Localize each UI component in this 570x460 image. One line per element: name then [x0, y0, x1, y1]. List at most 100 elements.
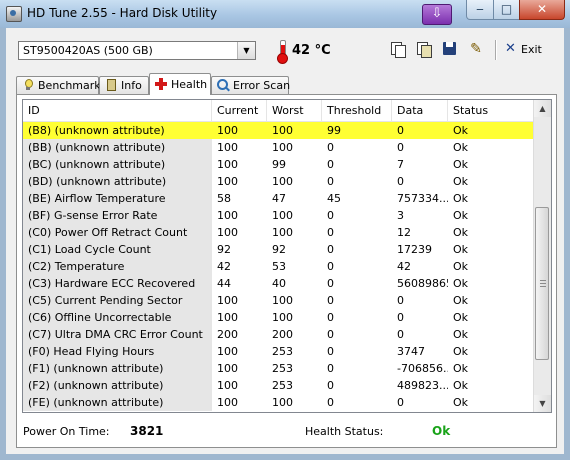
cell-threshold: 0 [327, 260, 334, 273]
scroll-up-icon[interactable]: ▲ [534, 100, 551, 117]
table-row[interactable]: (F0) Head Flying Hours 100 253 0 3747 Ok [23, 343, 535, 360]
cell-status: Ok [453, 209, 469, 222]
table-row[interactable]: (F1) (unknown attribute) 100 253 0 -706856..… [23, 360, 535, 377]
cell-threshold: 0 [327, 209, 334, 222]
cell-data: 3 [397, 209, 404, 222]
cell-status: Ok [453, 345, 469, 358]
cell-status: Ok [453, 396, 469, 409]
cell-threshold: 0 [327, 362, 334, 375]
paste-icon[interactable] [416, 41, 432, 58]
tab-benchmark[interactable]: Benchmark [16, 76, 101, 94]
scrollbar-thumb[interactable] [535, 207, 549, 360]
cell-worst: 99 [272, 158, 286, 171]
table-row[interactable]: (C6) Offline Uncorrectable 100 100 0 0 Ok [23, 309, 535, 326]
cell-worst: 47 [272, 192, 286, 205]
table-row[interactable]: (F2) (unknown attribute) 100 253 0 489823...… [23, 377, 535, 394]
table-row[interactable]: (C3) Hardware ECC Recovered 44 40 0 56089865… [23, 275, 535, 292]
vertical-scrollbar[interactable]: ▲ ▼ [533, 100, 551, 412]
close-button[interactable]: ✕ [519, 0, 565, 20]
table-row[interactable]: (C2) Temperature 42 53 0 42 Ok [23, 258, 535, 275]
exit-icon: ✕ [505, 41, 516, 56]
table-row[interactable]: (BD) (unknown attribute) 100 100 0 0 Ok [23, 173, 535, 190]
toolbar: ST9500420AS (500 GB) ▼ 42 °C ✎ ✕ Exit [6, 28, 564, 72]
smart-attribute-list[interactable]: ID Current Worst Threshold Data Status (… [22, 99, 552, 413]
health-status-label: Health Status: [305, 425, 384, 438]
cell-data: 17239 [397, 243, 432, 256]
tab-error-scan[interactable]: Error Scan [211, 76, 291, 94]
power-on-value: 3821 [130, 424, 164, 438]
table-row[interactable]: (BB) (unknown attribute) 100 100 0 0 Ok [23, 139, 535, 156]
cell-status: Ok [453, 362, 469, 375]
tab-info[interactable]: Info [99, 76, 149, 94]
table-row[interactable]: (BC) (unknown attribute) 100 99 0 7 Ok [23, 156, 535, 173]
cell-worst: 253 [272, 345, 293, 358]
cell-id: (C6) Offline Uncorrectable [23, 309, 212, 326]
cell-data: 0 [397, 294, 404, 307]
column-header-status[interactable]: Status [448, 100, 535, 121]
table-row[interactable]: (BF) G-sense Error Rate 100 100 0 3 Ok [23, 207, 535, 224]
title-bar[interactable]: HD Tune 2.55 - Hard Disk Utility ⇩ ‒ □ ✕ [0, 0, 570, 28]
options-icon[interactable]: ✎ [468, 41, 484, 57]
tab-label: Info [121, 79, 142, 92]
tab-health[interactable]: Health [149, 73, 211, 95]
cell-threshold: 0 [327, 175, 334, 188]
cell-status: Ok [453, 124, 469, 137]
table-row[interactable]: (C5) Current Pending Sector 100 100 0 0 Ok [23, 292, 535, 309]
tab-label: Error Scan [233, 79, 291, 92]
cell-data: 42 [397, 260, 411, 273]
cell-data: 0 [397, 141, 404, 154]
cell-id: (F1) (unknown attribute) [23, 360, 212, 377]
cell-current: 100 [217, 294, 238, 307]
app-icon [6, 6, 22, 22]
column-header-current[interactable]: Current [212, 100, 267, 121]
cell-status: Ok [453, 141, 469, 154]
cell-current: 100 [217, 141, 238, 154]
scroll-down-icon[interactable]: ▼ [534, 395, 551, 412]
cell-id: (C5) Current Pending Sector [23, 292, 212, 309]
temperature-readout: 42 °C [292, 43, 331, 58]
cell-status: Ok [453, 192, 469, 205]
cell-status: Ok [453, 379, 469, 392]
column-header-worst[interactable]: Worst [267, 100, 322, 121]
cell-id: (FE) (unknown attribute) [23, 394, 212, 411]
cell-status: Ok [453, 243, 469, 256]
table-row[interactable]: (BE) Airflow Temperature 58 47 45 757334... O… [23, 190, 535, 207]
cell-data: 0 [397, 124, 404, 137]
column-header-data[interactable]: Data [392, 100, 448, 121]
cell-current: 100 [217, 362, 238, 375]
cell-id: (C1) Load Cycle Count [23, 241, 212, 258]
save-icon[interactable] [442, 41, 458, 57]
download-icon[interactable]: ⇩ [422, 4, 452, 25]
cell-current: 100 [217, 311, 238, 324]
cell-current: 100 [217, 158, 238, 171]
cell-current: 92 [217, 243, 231, 256]
health-panel: ID Current Worst Threshold Data Status (… [16, 94, 557, 448]
table-row[interactable]: (FE) (unknown attribute) 100 100 0 0 Ok [23, 394, 535, 411]
cell-data: 0 [397, 175, 404, 188]
chevron-down-icon[interactable]: ▼ [237, 42, 255, 59]
table-row[interactable]: (C1) Load Cycle Count 92 92 0 17239 Ok [23, 241, 535, 258]
cell-current: 100 [217, 396, 238, 409]
tab-label: Health [171, 78, 208, 91]
cell-worst: 40 [272, 277, 286, 290]
minimize-button[interactable]: ‒ [466, 0, 494, 20]
tab-label: Benchmark [38, 79, 101, 92]
maximize-button[interactable]: □ [493, 0, 520, 20]
cell-id: (BD) (unknown attribute) [23, 173, 212, 190]
cell-id: (C2) Temperature [23, 258, 212, 275]
cell-data: 757334... [397, 192, 448, 205]
cell-current: 100 [217, 379, 238, 392]
cell-threshold: 0 [327, 277, 334, 290]
drive-select[interactable]: ST9500420AS (500 GB) ▼ [18, 41, 256, 60]
table-row[interactable]: (C0) Power Off Retract Count 100 100 0 12 Ok [23, 224, 535, 241]
table-row[interactable]: (C7) Ultra DMA CRC Error Count 200 200 0 0 Ok [23, 326, 535, 343]
cell-status: Ok [453, 260, 469, 273]
cell-id: (C7) Ultra DMA CRC Error Count [23, 326, 212, 343]
column-header-threshold[interactable]: Threshold [322, 100, 392, 121]
cell-threshold: 0 [327, 294, 334, 307]
table-row[interactable]: (B8) (unknown attribute) 100 100 99 0 Ok [23, 122, 535, 139]
cell-threshold: 99 [327, 124, 341, 137]
cell-id: (BC) (unknown attribute) [23, 156, 212, 173]
copy-icon[interactable] [390, 41, 406, 58]
column-header-id[interactable]: ID [23, 100, 212, 121]
